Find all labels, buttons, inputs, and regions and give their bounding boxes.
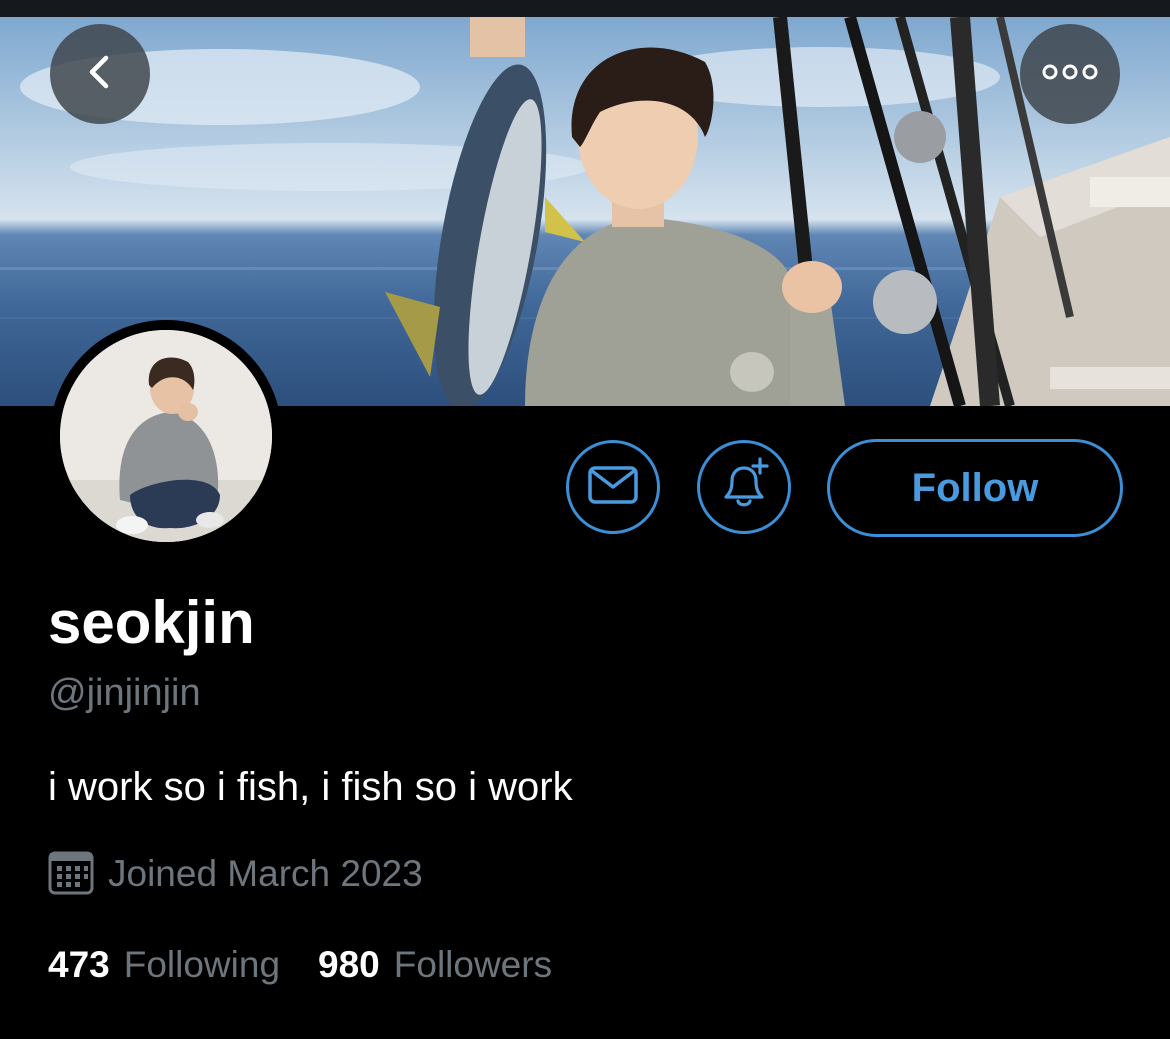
following-link[interactable]: 473 Following	[48, 944, 280, 986]
followers-count: 980	[318, 944, 380, 985]
more-options-button[interactable]	[1020, 24, 1120, 124]
message-button[interactable]	[566, 440, 660, 534]
envelope-icon	[587, 465, 639, 510]
calendar-icon	[48, 849, 94, 900]
status-bar	[0, 0, 1170, 17]
avatar[interactable]	[50, 320, 282, 552]
following-label: Following	[123, 944, 281, 985]
display-name: seokjin	[48, 589, 255, 656]
username-handle: @jinjinjin	[48, 672, 201, 714]
profile-bio: i work so i fish, i fish so i work	[48, 765, 573, 809]
back-button[interactable]	[50, 24, 150, 124]
bell-plus-icon	[716, 456, 772, 518]
ellipsis-icon	[1042, 62, 1098, 87]
followers-link[interactable]: 980 Followers	[318, 944, 552, 986]
notifications-button[interactable]	[697, 440, 791, 534]
joined-date-text: Joined March 2023	[108, 853, 423, 894]
follow-stats: 473 Following 980 Followers	[48, 944, 552, 986]
chevron-left-icon	[80, 52, 120, 97]
avatar-photo	[60, 330, 272, 542]
follow-button[interactable]: Follow	[827, 439, 1123, 537]
following-count: 473	[48, 944, 110, 985]
joined-date: Joined March 2023	[48, 850, 423, 898]
followers-label: Followers	[393, 944, 553, 985]
